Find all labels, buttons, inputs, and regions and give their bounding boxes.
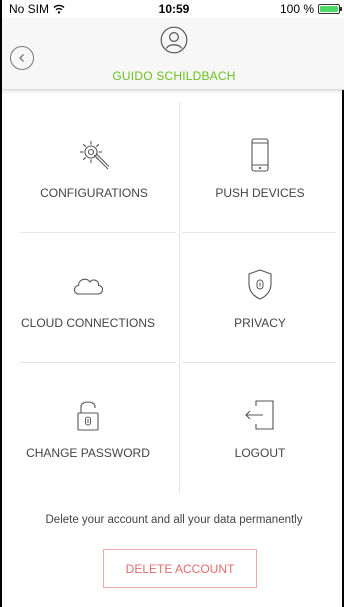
battery-cap [340, 7, 342, 11]
shield-lock-icon [248, 269, 272, 300]
padlock-open-icon [77, 401, 99, 431]
menu-label-push-devices: PUSH DEVICES [215, 186, 305, 200]
menu-item-logout[interactable]: LOGOUT [174, 362, 344, 492]
back-arrow-icon [19, 54, 24, 62]
status-bar: No SIM 10:59 100 % [2, 0, 344, 18]
gear-wrench-icon [80, 141, 110, 170]
menu-item-push-devices[interactable]: PUSH DEVICES [174, 102, 344, 232]
profile-header: GUIDO SCHILDBACH [2, 18, 344, 90]
back-button[interactable] [10, 46, 34, 70]
delete-account-note: Delete your account and all your data pe… [45, 514, 303, 526]
menu-label-privacy: PRIVACY [234, 316, 286, 330]
user-avatar-icon [160, 26, 188, 54]
status-right: 100 % [279, 2, 342, 16]
menu-label-configurations: CONFIGURATIONS [40, 186, 148, 200]
user-name: GUIDO SCHILDBACH [112, 69, 236, 83]
battery-fill [320, 6, 338, 12]
delete-account-button[interactable]: DELETE ACCOUNT [103, 549, 257, 588]
battery-percent: 100 % [279, 2, 314, 16]
logout-door-icon [245, 400, 274, 430]
menu-label-cloud-connections: CLOUD CONNECTIONS [20, 316, 155, 330]
menu-label-logout: LOGOUT [234, 446, 286, 460]
menu-item-privacy[interactable]: PRIVACY [174, 232, 344, 362]
menu-item-change-password[interactable]: CHANGE PASSWORD [2, 362, 174, 492]
smartphone-icon [251, 138, 269, 172]
app-frame: No SIM 10:59 100 % GUIDO SCHILDBACH CONF… [0, 0, 344, 607]
battery-icon [318, 4, 342, 14]
menu-item-configurations[interactable]: CONFIGURATIONS [8, 102, 180, 232]
cloud-icon [73, 278, 104, 295]
menu-item-cloud-connections[interactable]: CLOUD CONNECTIONS [2, 232, 174, 362]
menu-label-change-password: CHANGE PASSWORD [26, 446, 150, 460]
menu-grid: CONFIGURATIONS PUSH DEVICES CLOUD CONNEC… [2, 102, 344, 494]
